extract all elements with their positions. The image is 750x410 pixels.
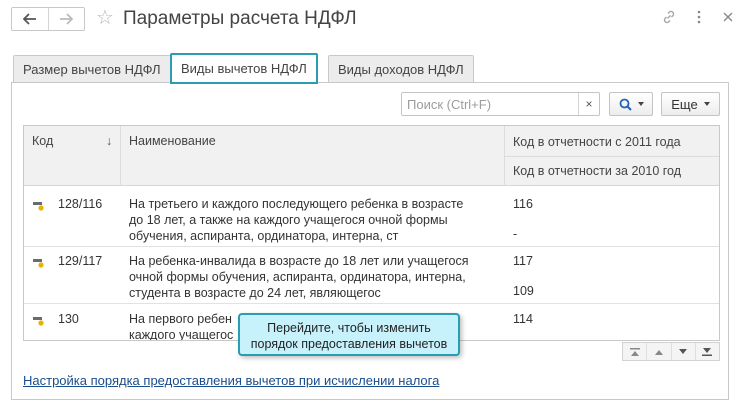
row-divider bbox=[24, 246, 719, 247]
row-code: 128/116 bbox=[58, 197, 103, 211]
row-divider bbox=[24, 303, 719, 304]
column-header-code-2010-label: Код в отчетности за 2010 год bbox=[513, 164, 681, 178]
tooltip-line: Перейдите, чтобы изменить bbox=[267, 321, 431, 335]
move-first-icon bbox=[629, 347, 640, 356]
tab-deduction-types[interactable]: Виды вычетов НДФЛ bbox=[170, 53, 318, 84]
row-name-line: обучения, аспиранта, ординатора, интерна… bbox=[129, 229, 399, 243]
row-name: На третьего и каждого последующего ребен… bbox=[129, 196, 499, 244]
deduction-types-table: Код ↓ Наименование Код в отчетности с 20… bbox=[23, 125, 720, 341]
more-button-label: Еще bbox=[671, 96, 698, 112]
item-icon bbox=[33, 202, 44, 211]
row-name-line: очной формы обучения, аспиранта, ординат… bbox=[129, 270, 466, 284]
row-name-line: студента в возрасте до 24 лет, являющего… bbox=[129, 286, 381, 300]
forward-button[interactable] bbox=[47, 8, 84, 30]
back-button[interactable] bbox=[12, 8, 48, 30]
row-code-2010: - bbox=[513, 227, 518, 241]
chevron-down-icon bbox=[637, 102, 644, 106]
row-code-2011: 116 bbox=[513, 197, 533, 211]
move-up-button[interactable] bbox=[646, 343, 670, 360]
row-move-buttons bbox=[622, 342, 720, 361]
page-title: Параметры расчета НДФЛ bbox=[123, 8, 357, 29]
row-code: 129/117 bbox=[58, 254, 103, 268]
search-input[interactable] bbox=[402, 93, 578, 115]
tab-income-types[interactable]: Виды доходов НДФЛ bbox=[328, 55, 474, 82]
vertical-dots-icon[interactable] bbox=[696, 9, 702, 30]
column-header-code-2011-label: Код в отчетности с 2011 года bbox=[513, 135, 681, 149]
move-last-icon bbox=[702, 347, 713, 356]
move-last-button[interactable] bbox=[694, 343, 719, 360]
move-first-button[interactable] bbox=[623, 343, 646, 360]
close-icon[interactable] bbox=[722, 9, 734, 30]
find-button[interactable] bbox=[609, 92, 653, 116]
column-header-name-label: Наименование bbox=[129, 134, 216, 148]
chevron-down-icon bbox=[703, 102, 710, 106]
tooltip: Перейдите, чтобы изменить порядок предос… bbox=[238, 313, 460, 356]
clear-search-button[interactable]: × bbox=[578, 93, 599, 115]
move-up-icon bbox=[654, 349, 663, 355]
row-name-line: На ребенка-инвалида в возрасте до 18 лет… bbox=[129, 254, 469, 268]
item-icon bbox=[33, 259, 44, 268]
column-header-code-2011[interactable]: Код в отчетности с 2011 года bbox=[505, 126, 719, 157]
column-header-code-label: Код bbox=[32, 134, 54, 148]
link-icon[interactable] bbox=[661, 9, 677, 30]
item-icon bbox=[33, 317, 44, 326]
move-down-button[interactable] bbox=[670, 343, 695, 360]
row-code-2011: 114 bbox=[513, 312, 533, 326]
tab-deduction-sizes[interactable]: Размер вычетов НДФЛ bbox=[13, 55, 171, 82]
arrow-right-icon bbox=[60, 13, 74, 25]
move-down-icon bbox=[679, 348, 688, 354]
row-code: 130 bbox=[58, 312, 79, 326]
row-code-2010: 109 bbox=[513, 284, 534, 298]
row-code-2011: 117 bbox=[513, 254, 533, 268]
column-header-code[interactable]: Код ↓ bbox=[24, 126, 121, 186]
star-icon[interactable]: ☆ bbox=[96, 8, 114, 28]
column-header-code-2010[interactable]: Код в отчетности за 2010 год bbox=[505, 157, 719, 186]
more-button[interactable]: Еще bbox=[661, 92, 720, 116]
row-name: На ребенка-инвалида в возрасте до 18 лет… bbox=[129, 253, 499, 301]
row-name-line: до 18 лет, а также на каждого учащегося … bbox=[129, 213, 448, 227]
arrow-left-icon bbox=[22, 13, 36, 25]
tooltip-line: порядок предоставления вычетов bbox=[250, 337, 448, 351]
search-icon bbox=[619, 98, 632, 111]
search-box: × bbox=[401, 92, 600, 116]
row-name-line: На третьего и каждого последующего ребен… bbox=[129, 197, 464, 211]
sort-arrow-icon: ↓ bbox=[106, 134, 113, 148]
deduction-order-settings-link[interactable]: Настройка порядка предоставления вычетов… bbox=[23, 373, 439, 388]
column-header-name[interactable]: Наименование bbox=[121, 126, 505, 186]
navigation-buttons bbox=[11, 7, 85, 31]
